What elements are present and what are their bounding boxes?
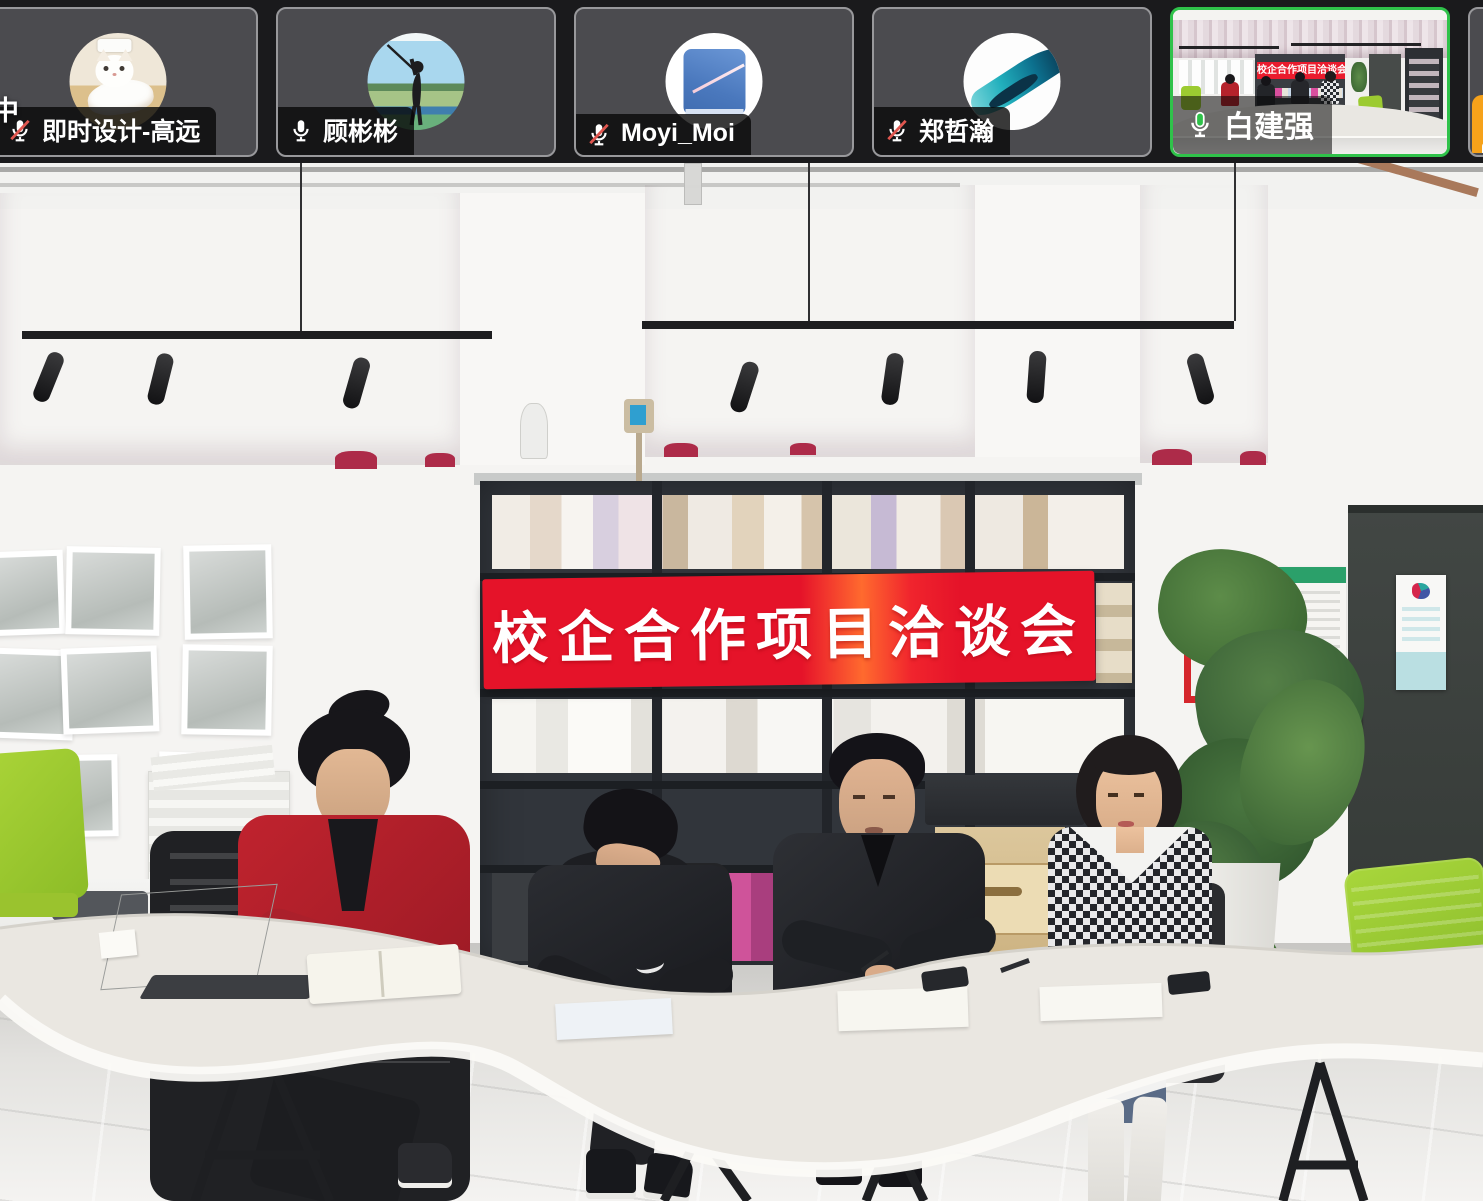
mic-muted-icon	[884, 117, 910, 143]
paper-sheet-4	[1039, 983, 1162, 1021]
person3-eye-left	[853, 795, 865, 799]
curtain-red-tip-5	[1152, 449, 1192, 465]
mini-person-check-head	[1325, 71, 1336, 82]
participant-tile-2[interactable]: 顾彬彬	[276, 7, 556, 157]
mini-person-jacket-head	[1295, 72, 1305, 82]
mic-on-icon	[288, 117, 314, 143]
participant-name-tag: Moyi_Moi	[576, 114, 751, 155]
poster-logo	[1412, 583, 1430, 599]
meeting-app-window: 即时设计-高远 制中	[0, 0, 1483, 1201]
event-banner: 校企合作项目洽谈会	[482, 571, 1095, 690]
participant-name-tag: 白建强	[1173, 96, 1332, 154]
curtain-red-tip-6	[1240, 451, 1266, 465]
light-rail-wire-2	[808, 163, 810, 321]
participant-filmstrip: 即时设计-高远 制中	[0, 0, 1483, 163]
white-funnel-prop	[520, 403, 548, 459]
cat-nose	[113, 73, 117, 76]
mini-light-rail-left	[1179, 46, 1279, 49]
status-overlay-partial-text: 制中	[0, 89, 19, 128]
spotlight-6	[1026, 350, 1047, 403]
light-rail-left	[22, 331, 492, 339]
person4-bangs	[1094, 753, 1164, 775]
cat-ear-right	[119, 49, 133, 61]
light-rail-wire-1	[300, 163, 302, 331]
curtain-red-tip-2	[425, 453, 455, 467]
poster-footer-band	[1396, 652, 1446, 690]
participant-tile-3[interactable]: Moyi_Moi	[574, 7, 854, 157]
person4-neck	[1116, 827, 1144, 853]
participant-name: 即时设计-高远	[42, 112, 200, 148]
participant-tiles-row: 即时设计-高远 制中	[0, 7, 1483, 157]
door-top-frame	[1348, 505, 1483, 513]
light-rail-wire-3	[1234, 163, 1236, 321]
participant-name: 郑哲瀚	[919, 112, 994, 148]
person3-eye-right	[883, 795, 895, 799]
green-chair-left	[0, 748, 89, 904]
ceiling-pipe-1	[0, 167, 1483, 172]
curtain-red-tip-1	[335, 451, 377, 469]
participant-tile-6-partial[interactable]	[1468, 7, 1483, 157]
cat-eye-left	[104, 66, 109, 71]
wall-photo	[61, 645, 160, 734]
shelf-products-row-1	[492, 495, 1124, 569]
curtain-gap-light-1	[460, 193, 645, 465]
tent-card	[99, 929, 138, 959]
mini-person-red-head	[1225, 74, 1235, 84]
paper-sheet-2	[555, 998, 673, 1040]
cat-ear-left	[97, 49, 111, 61]
shelf-products-side-column	[1096, 583, 1132, 683]
poster-text-lines	[1402, 607, 1440, 647]
person4-eye-left	[1108, 793, 1118, 797]
participant-tile-1[interactable]: 即时设计-高远 制中	[0, 7, 258, 157]
laptop-base	[139, 975, 323, 999]
participant-tile-4[interactable]: 郑哲瀚	[872, 7, 1152, 157]
person4-eye-right	[1134, 793, 1144, 797]
mini-plant	[1351, 62, 1367, 92]
main-video-stage[interactable]: 校企合作项目洽谈会	[0, 163, 1483, 1201]
wall-photo	[0, 550, 65, 637]
curtain-panel-left	[0, 193, 460, 465]
mini-light-rail-right	[1291, 43, 1421, 46]
mini-person-hoodie-head	[1261, 76, 1271, 86]
door	[1348, 505, 1483, 880]
mic-muted-icon	[586, 121, 612, 147]
mic-speaking-icon	[1185, 109, 1215, 139]
participant-name: 顾彬彬	[323, 112, 398, 148]
cat-eye-right	[120, 66, 125, 71]
camera-stand-screen	[630, 405, 646, 425]
wall-photo	[65, 546, 161, 636]
curtain-red-tip-3	[664, 443, 698, 457]
curtain-red-tip-4	[790, 443, 816, 455]
participant-name-tag: 郑哲瀚	[874, 107, 1010, 155]
participant-name-tag: 即时设计-高远	[0, 107, 216, 155]
participant-name: 白建强	[1224, 102, 1314, 146]
paper-sheet-3	[837, 987, 968, 1032]
light-rail-right	[642, 321, 1234, 329]
wall-photo	[183, 544, 273, 640]
participant-name: Moyi_Moi	[621, 119, 735, 148]
event-banner-text: 校企合作项目洽谈会	[491, 585, 1086, 674]
participant-name-tag: 顾彬彬	[278, 107, 414, 155]
shelf-board-2	[480, 689, 1135, 697]
participant-tile-5-active[interactable]: 校企合作项目洽谈会	[1170, 7, 1450, 157]
